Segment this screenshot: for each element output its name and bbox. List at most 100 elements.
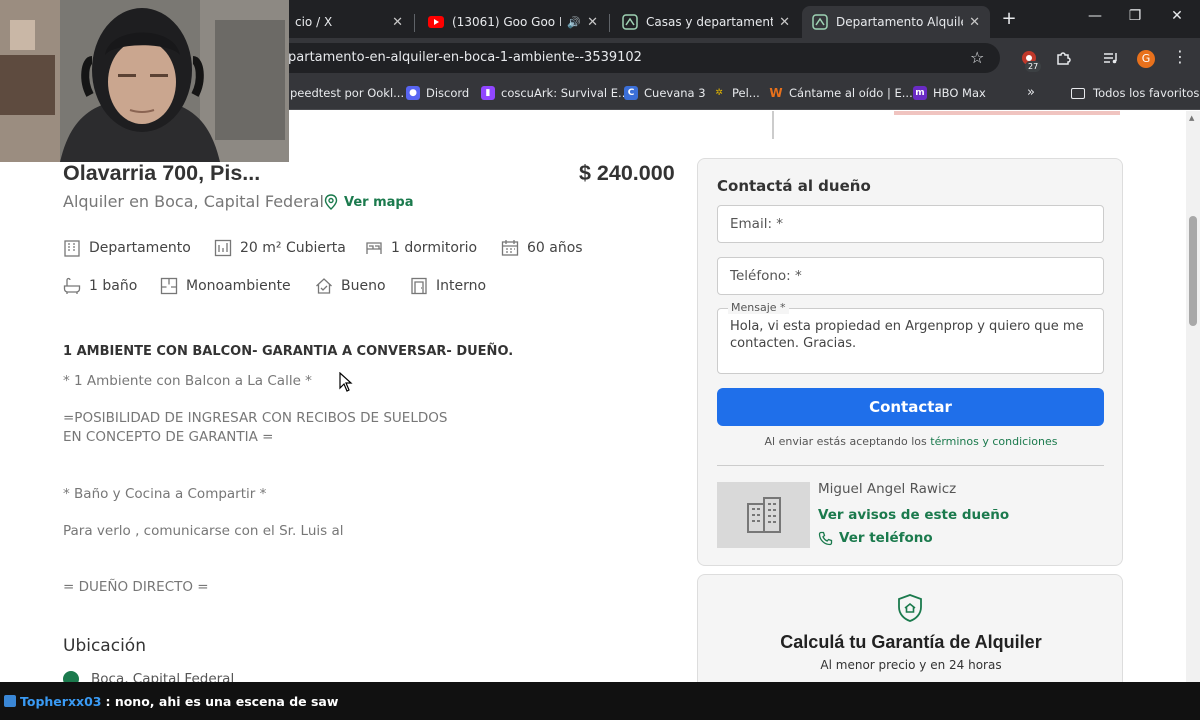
description-line: =POSIBILIDAD DE INGRESAR CON RECIBOS DE …: [63, 410, 448, 426]
bookmark-item[interactable]: peedtest por Ookl...: [290, 86, 404, 100]
bookmark-item[interactable]: m HBO Max: [913, 86, 986, 100]
feature-disposition: Interno: [410, 277, 486, 295]
bookmark-label: peedtest por Ookl...: [290, 86, 405, 100]
scrollbar-thumb[interactable]: [1189, 216, 1197, 326]
listing-subtitle: Alquiler en Boca, Capital Federal: [63, 192, 324, 211]
terms-link[interactable]: términos y condiciones: [930, 435, 1057, 448]
bookmark-label: Cuevana 3: [644, 86, 706, 100]
phone-placeholder: Teléfono: *: [730, 268, 802, 284]
folder-icon: [1071, 87, 1085, 99]
media-control-icon[interactable]: [1100, 47, 1122, 69]
contact-card: Contactá al dueño Email: * Teléfono: * H…: [697, 158, 1123, 566]
cuevana-icon: C: [624, 86, 638, 100]
location-address-text: Boca, Capital Federal: [91, 671, 235, 682]
map-pin-icon: [324, 194, 338, 210]
bed-icon: [366, 242, 382, 254]
close-icon[interactable]: ✕: [969, 15, 980, 30]
building-icon: [64, 240, 80, 257]
new-tab-icon[interactable]: +: [998, 8, 1020, 30]
bathtub-icon: [63, 277, 81, 294]
bookmark-item[interactable]: W Cántame al oído | E...: [769, 86, 913, 100]
close-icon[interactable]: ✕: [779, 15, 790, 30]
bookmark-label: Discord: [426, 86, 470, 100]
owner-ads-link[interactable]: Ver avisos de este dueño: [818, 507, 1009, 523]
url-text[interactable]: partamento-en-alquiler-en-boca-1-ambient…: [288, 50, 642, 65]
message-textarea[interactable]: Hola, vi esta propiedad en Argenprop y q…: [717, 308, 1104, 374]
bookmark-label: Cántame al oído | E...: [789, 86, 913, 100]
ver-mapa-link[interactable]: Ver mapa: [324, 194, 414, 210]
feature-bathrooms: 1 baño: [63, 277, 137, 295]
feature-ambientes: Monoambiente: [160, 277, 291, 295]
owner-phone-label: Ver teléfono: [839, 530, 933, 546]
chat-badge-icon: [4, 695, 16, 707]
profile-avatar[interactable]: G: [1137, 50, 1155, 68]
extension-badge: 27: [1025, 61, 1042, 72]
feature-label: Monoambiente: [186, 278, 291, 294]
message-label: Mensaje *: [728, 301, 789, 314]
legal-text: Al enviar estás aceptando los términos y…: [698, 435, 1124, 448]
floorplan-icon: [160, 277, 178, 295]
menu-icon[interactable]: ⋮: [1172, 47, 1188, 66]
webcam-overlay: [0, 0, 289, 162]
feature-type: Departamento: [63, 239, 191, 257]
twitch-icon: ▮: [481, 86, 495, 100]
tab-title: (13061) Goo Goo Dolls: [452, 15, 561, 29]
tab-x[interactable]: cio / X ✕: [285, 6, 413, 38]
tab-title: Departamento Alquiler m: [836, 15, 963, 29]
listing-title: Olavarria 700, Pis...: [63, 161, 261, 185]
minimize-icon[interactable]: —: [1080, 8, 1110, 24]
bookmark-star-icon[interactable]: ☆: [970, 48, 984, 67]
close-icon[interactable]: ✕: [392, 15, 403, 30]
guarantee-card[interactable]: Calculá tu Garantía de Alquiler Al menor…: [697, 574, 1123, 682]
pel-icon: ✲: [715, 88, 723, 98]
feature-bedrooms: 1 dormitorio: [365, 239, 477, 257]
tab-youtube[interactable]: (13061) Goo Goo Dolls 🔊 ✕: [418, 6, 608, 38]
bookmark-item[interactable]: ● Discord: [406, 86, 469, 100]
owner-phone-link[interactable]: Ver teléfono: [818, 530, 933, 546]
ver-mapa-label: Ver mapa: [344, 194, 414, 210]
contactar-button[interactable]: Contactar: [717, 388, 1104, 426]
bookmark-item[interactable]: ✲ Pel...: [712, 86, 760, 100]
location-heading: Ubicación: [63, 636, 146, 656]
description-line: * 1 Ambiente con Balcon a La Calle *: [63, 373, 312, 389]
contact-title: Contactá al dueño: [717, 177, 871, 195]
bookmark-label: Pel...: [732, 86, 760, 100]
email-placeholder: Email: *: [730, 216, 784, 232]
page-scrollbar[interactable]: ▲: [1186, 111, 1200, 682]
phone-field[interactable]: Teléfono: *: [717, 257, 1104, 295]
bookmarks-folder[interactable]: Todos los favoritos: [1071, 86, 1199, 100]
tab-title: Casas y departamentos en: [646, 15, 774, 29]
shield-home-icon: [898, 594, 922, 622]
scroll-up-icon[interactable]: ▲: [1189, 114, 1194, 122]
chevron-right-icon[interactable]: »: [1027, 85, 1035, 100]
tab-separator: [609, 14, 610, 32]
calendar-icon: [501, 240, 519, 256]
chat-username: Topherxx03: [20, 693, 102, 709]
listing-price: $ 240.000: [579, 161, 675, 185]
description-line: = DUEÑO DIRECTO =: [63, 579, 209, 595]
discord-icon: ●: [406, 86, 420, 100]
legal-prefix: Al enviar estás aceptando los: [764, 435, 927, 448]
close-icon[interactable]: ✕: [587, 15, 598, 30]
owner-name: Miguel Angel Rawicz: [818, 481, 957, 497]
hbo-icon: m: [913, 86, 927, 100]
speaker-icon[interactable]: 🔊: [567, 16, 581, 29]
email-field[interactable]: Email: *: [717, 205, 1104, 243]
maximize-icon[interactable]: ❐: [1120, 8, 1150, 24]
tab-departamento[interactable]: Departamento Alquiler m ✕: [802, 6, 990, 38]
area-icon: [214, 239, 232, 257]
bookmark-item[interactable]: C Cuevana 3: [624, 86, 706, 100]
tab-casas[interactable]: Casas y departamentos en ✕: [612, 6, 800, 38]
tab-separator: [414, 14, 415, 32]
house-check-icon: [316, 278, 332, 294]
location-address: Boca, Capital Federal: [59, 667, 235, 682]
youtube-icon: [428, 14, 444, 30]
mouse-cursor-icon: [339, 372, 353, 392]
puzzle-icon[interactable]: [1052, 47, 1074, 69]
phone-icon: [818, 531, 833, 545]
feature-label: 20 m² Cubierta: [240, 240, 346, 256]
argenprop-icon: [622, 14, 638, 30]
bookmark-label: coscuArk: Survival E...: [501, 86, 629, 100]
window-close-icon[interactable]: ✕: [1162, 8, 1192, 24]
bookmark-item[interactable]: ▮ coscuArk: Survival E...: [481, 86, 629, 100]
